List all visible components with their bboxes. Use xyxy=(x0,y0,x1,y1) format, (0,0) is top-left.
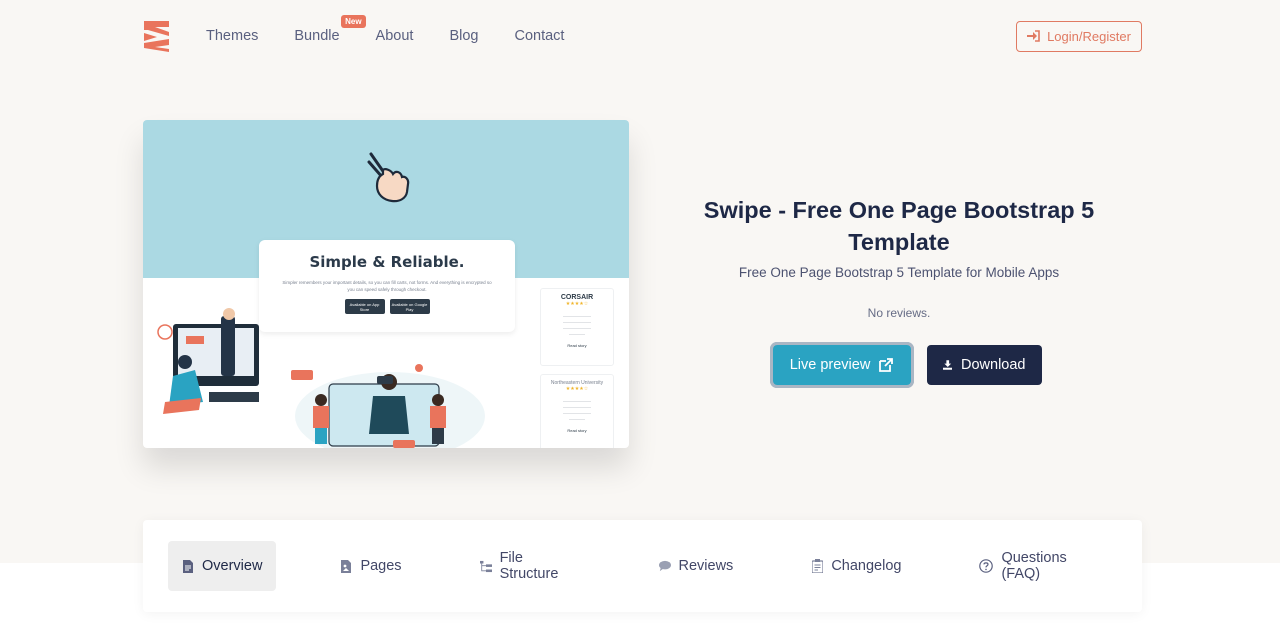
tab-file-structure-label: File Structure xyxy=(499,550,559,582)
hand-pointer-icon xyxy=(367,152,410,203)
tab-overview-label: Overview xyxy=(202,558,263,574)
top-navbar: Themes Bundle New About Blog Contact Log… xyxy=(143,15,1142,54)
tab-pages[interactable]: Pages xyxy=(326,541,415,591)
tab-pages-label: Pages xyxy=(360,558,402,574)
clipboard-icon xyxy=(811,559,823,573)
rating-stars-1: ★★★★☆ xyxy=(565,301,589,307)
testimonial-card-2-body: ——————— ——————— ——————— ———— xyxy=(563,398,591,421)
testimonial-card-1-brand: CORSAIR xyxy=(560,294,594,301)
testimonial-card-1-link: Read story xyxy=(567,343,587,348)
tab-reviews[interactable]: Reviews xyxy=(645,541,748,591)
store-badges: Available on App Store Available on Goog… xyxy=(259,299,515,314)
product-title: Swipe - Free One Page Bootstrap 5 Templa… xyxy=(703,197,1095,255)
preview-heading: Simple & Reliable. xyxy=(309,253,465,271)
preview-body: Simpler remembers your important details… xyxy=(282,280,492,292)
download-button[interactable]: Download xyxy=(926,345,1042,385)
download-label: Download xyxy=(961,357,1026,373)
tab-faq[interactable]: Questions (FAQ) xyxy=(965,541,1117,591)
sign-in-icon xyxy=(1027,30,1040,42)
preview-hero-card: Simple & Reliable. Simpler remembers you… xyxy=(259,240,515,332)
nav-bundle-label: Bundle xyxy=(294,28,340,44)
testimonial-card-2: Northeastern University ★★★★☆ ——————— ———… xyxy=(540,374,614,448)
template-preview-image[interactable]: Simple & Reliable. Simpler remembers you… xyxy=(143,120,629,448)
testimonial-card-1: CORSAIR ★★★★☆ ——————— ——————— ——————— ———— … xyxy=(540,288,614,366)
tab-faq-label: Questions (FAQ) xyxy=(1001,550,1067,582)
left-illustration xyxy=(157,308,259,414)
detail-tabs: Overview Pages File Structure Reviews Ch… xyxy=(143,520,1142,612)
app-store-badge: Available on App Store xyxy=(344,299,385,314)
download-icon xyxy=(942,360,952,370)
live-preview-label: Live preview xyxy=(789,357,871,373)
nav-blog[interactable]: Blog xyxy=(449,26,478,46)
document-icon xyxy=(182,559,194,573)
nav-links: Themes Bundle New About Blog Contact xyxy=(206,15,600,46)
question-circle-icon xyxy=(979,559,994,573)
product-info: Swipe - Free One Page Bootstrap 5 Templa… xyxy=(680,194,1118,388)
tab-changelog-label: Changelog xyxy=(831,558,902,574)
file-image-icon xyxy=(340,559,352,573)
tab-changelog[interactable]: Changelog xyxy=(797,541,915,591)
nav-contact[interactable]: Contact xyxy=(514,26,564,46)
tab-overview[interactable]: Overview xyxy=(168,541,277,591)
center-illustration xyxy=(291,364,485,448)
external-link-icon xyxy=(879,358,894,372)
nav-bundle[interactable]: Bundle New xyxy=(294,15,366,46)
product-actions: Live preview Download xyxy=(696,342,1118,388)
product-subtitle: Free One Page Bootstrap 5 Template for M… xyxy=(738,265,1060,280)
rating-stars-2: ★★★★☆ xyxy=(565,386,589,392)
reviews-summary: No reviews. xyxy=(867,306,931,320)
comment-icon xyxy=(658,559,671,573)
logo-icon[interactable] xyxy=(143,19,171,53)
new-badge: New xyxy=(341,15,366,28)
tab-file-structure[interactable]: File Structure xyxy=(466,541,595,591)
login-register-label: Login/Register xyxy=(1047,28,1131,44)
folder-tree-icon xyxy=(479,559,492,573)
live-preview-button[interactable]: Live preview xyxy=(769,342,914,388)
testimonial-card-2-link: Read story xyxy=(567,428,587,433)
tab-reviews-label: Reviews xyxy=(678,558,734,574)
login-register-button[interactable]: Login/Register xyxy=(1016,20,1142,52)
nav-themes[interactable]: Themes xyxy=(206,26,258,46)
google-play-badge: Available on Google Play xyxy=(389,299,430,314)
testimonial-card-1-body: ——————— ——————— ——————— ———— xyxy=(563,313,591,336)
nav-about[interactable]: About xyxy=(376,26,414,46)
